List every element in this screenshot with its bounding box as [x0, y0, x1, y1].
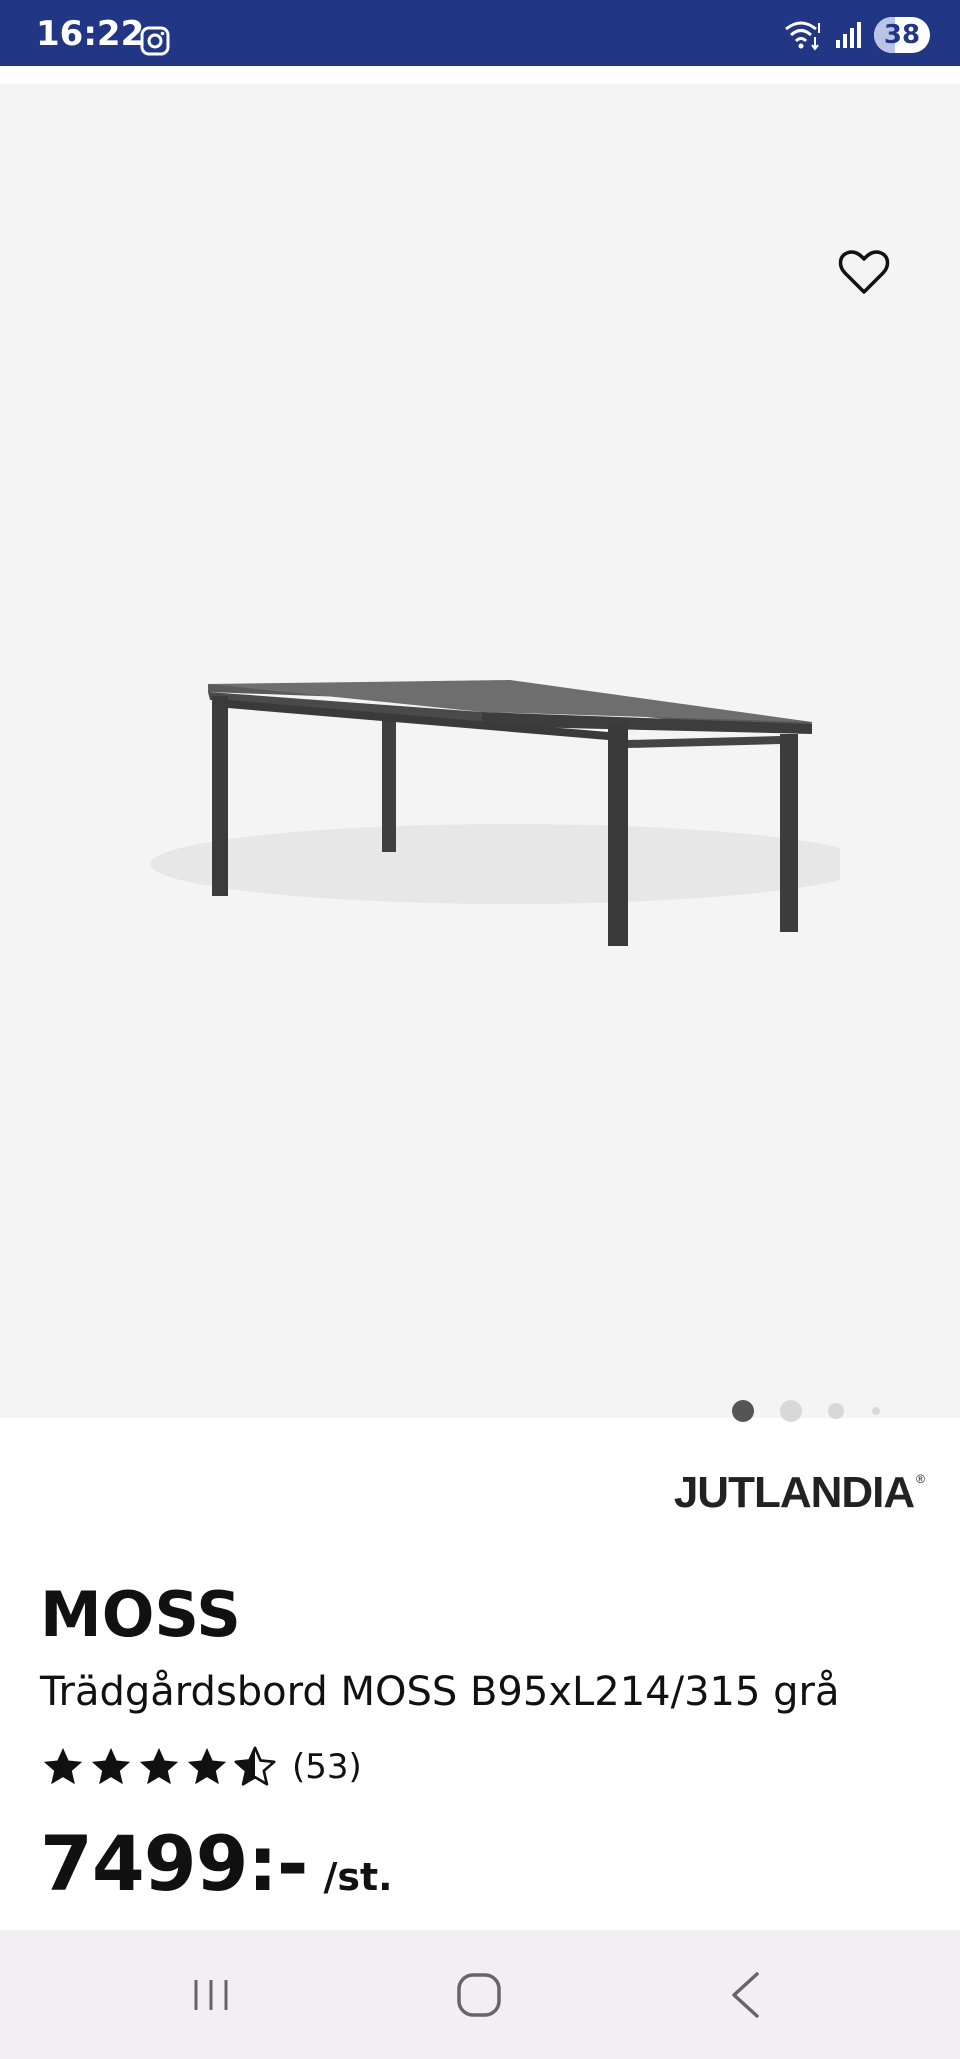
system-nav-bar [0, 1930, 960, 2059]
signal-icon [836, 22, 861, 48]
home-icon[interactable] [444, 1960, 514, 2030]
star-full-icon [91, 1747, 131, 1785]
product-price: 7499:- [40, 1819, 308, 1908]
price-unit: /st. [323, 1855, 393, 1899]
page-dot-3[interactable] [828, 1403, 844, 1419]
page-dot-1[interactable] [732, 1400, 754, 1422]
back-icon[interactable] [712, 1960, 782, 2030]
top-spacer [0, 66, 960, 84]
rating-count: (53) [292, 1747, 362, 1787]
instagram-icon [140, 26, 170, 56]
brand-name: JUTLANDIA [673, 1468, 915, 1517]
brand-mark: ® [916, 1472, 925, 1486]
page-dot-4[interactable] [872, 1407, 880, 1415]
battery-level: 38 [883, 20, 921, 50]
rating-stars [40, 1744, 278, 1790]
star-full-icon [139, 1747, 179, 1785]
star-half-icon [234, 1746, 276, 1786]
product-image-gallery[interactable] [0, 84, 960, 1422]
product-description: Trädgårdsbord MOSS B95xL214/315 grå [40, 1669, 840, 1715]
status-bar: 16:22 38 [0, 0, 960, 66]
image-pagination[interactable] [0, 1398, 960, 1424]
product-rating[interactable]: (53) [40, 1744, 362, 1790]
brand-logo[interactable]: JUTLANDIA ® [673, 1468, 925, 1518]
product-image-garden-table [150, 680, 840, 946]
status-icons: 38 [784, 17, 930, 53]
recent-apps-icon[interactable] [176, 1960, 246, 2030]
price-row: 7499:- /st. [40, 1826, 393, 1902]
star-full-icon [43, 1747, 83, 1785]
star-full-icon [187, 1747, 227, 1785]
status-time: 16:22 [36, 14, 145, 54]
product-title: MOSS [40, 1578, 241, 1651]
page-dot-2[interactable] [780, 1400, 802, 1422]
heart-outline-icon[interactable] [836, 244, 892, 300]
wifi-icon [785, 21, 820, 51]
battery-icon: 38 [874, 17, 930, 53]
